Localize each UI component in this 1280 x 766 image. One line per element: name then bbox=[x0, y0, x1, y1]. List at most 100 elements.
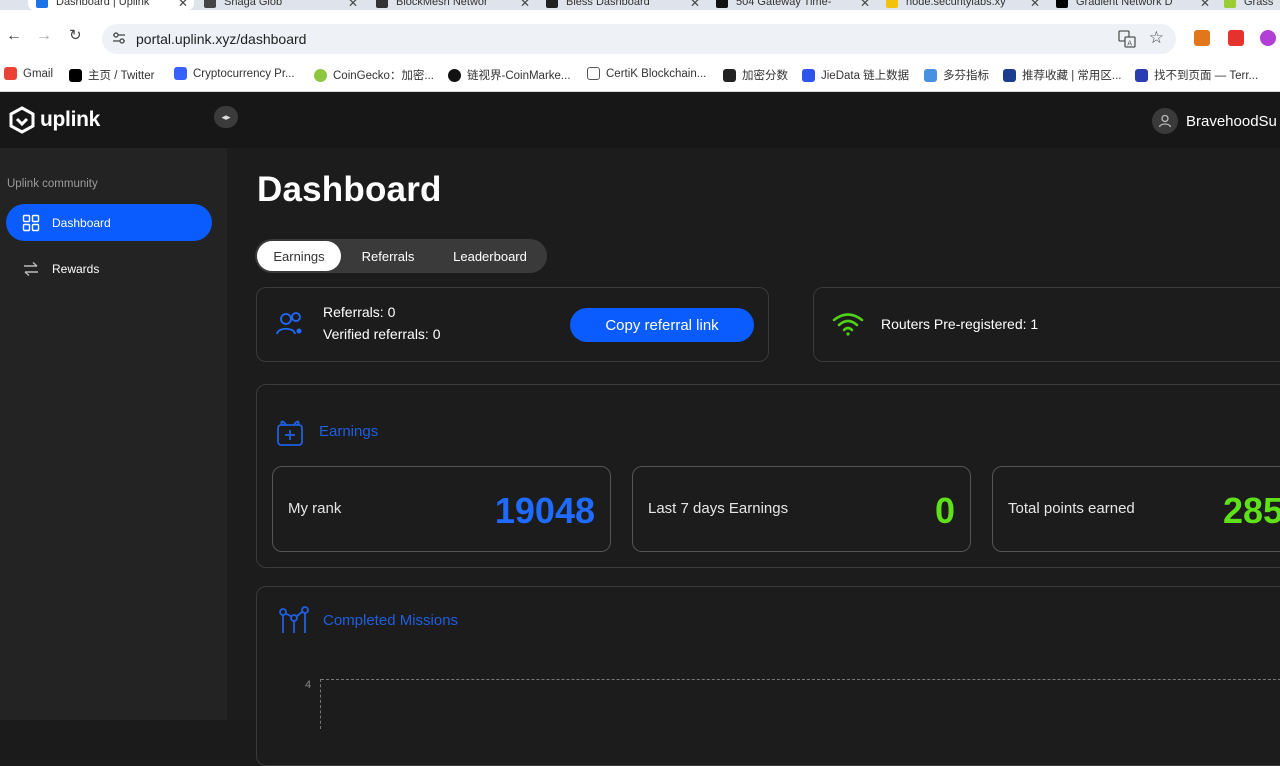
username: BravehoodSu bbox=[1186, 112, 1277, 130]
uplink-logo[interactable]: uplink bbox=[8, 106, 100, 134]
referrals-card: Referrals: 0 Verified referrals: 0 Copy … bbox=[256, 287, 769, 362]
close-tab-icon[interactable]: ✕ bbox=[690, 0, 700, 10]
total-points-value: 285 bbox=[1223, 490, 1280, 531]
stat-label: Total points earned bbox=[1008, 500, 1135, 517]
tab-favicon-icon bbox=[1224, 0, 1236, 8]
uplink-logo-icon bbox=[9, 106, 35, 134]
sidebar-item-rewards[interactable]: Rewards bbox=[6, 250, 212, 287]
tab-favicon-icon bbox=[716, 0, 728, 8]
browser-tab-bless[interactable]: Bless Dashboard ✕ bbox=[546, 0, 706, 10]
bookmark-coinmarketcap[interactable]: Cryptocurrency Pr... bbox=[174, 67, 295, 80]
main-content: Dashboard Earnings Referrals Leaderboard… bbox=[227, 148, 1280, 766]
browser-tab-title: Gradient Network D bbox=[1076, 0, 1173, 8]
tab-favicon-icon bbox=[1056, 0, 1068, 8]
referral-users-icon bbox=[276, 312, 302, 335]
logo-text: uplink bbox=[40, 108, 101, 131]
weekly-earnings-value: 0 bbox=[934, 490, 955, 531]
extension-icon[interactable] bbox=[1260, 30, 1276, 46]
copy-referral-link-button[interactable]: Copy referral link bbox=[570, 308, 754, 342]
tab-referrals[interactable]: Referrals bbox=[347, 241, 429, 271]
user-icon bbox=[1158, 114, 1172, 128]
routers-card: Routers Pre-registered: 1 bbox=[813, 287, 1280, 362]
browser-tab-gradient[interactable]: Gradient Network D ✕ bbox=[1056, 0, 1216, 10]
bookmark-twitter[interactable]: 主页 / Twitter bbox=[69, 67, 154, 83]
close-tab-icon[interactable]: ✕ bbox=[348, 0, 358, 10]
browser-tab-shaga[interactable]: Shaga Glob ✕ bbox=[204, 0, 364, 10]
uplink-favicon-icon bbox=[36, 0, 48, 8]
browser-tab-title: Grass bbox=[1244, 0, 1274, 8]
earnings-title: Earnings bbox=[319, 423, 379, 440]
bookmark-label: CoinGecko：加密... bbox=[333, 70, 434, 82]
bookmark-recommended[interactable]: 推荐收藏 | 常用区... bbox=[1003, 67, 1121, 83]
bookmark-gmail[interactable]: Gmail bbox=[4, 67, 53, 80]
browser-tab-gateway[interactable]: 504 Gateway Time- ✕ bbox=[716, 0, 876, 10]
bookmark-star-icon[interactable]: ☆ bbox=[1149, 28, 1164, 48]
bookmark-label: 找不到页面 — Terr... bbox=[1154, 70, 1259, 82]
bookmark-label: 推荐收藏 | 常用区... bbox=[1022, 70, 1122, 82]
url-text[interactable]: portal.uplink.xyz/dashboard bbox=[136, 31, 306, 47]
browser-tab-grass[interactable]: Grass bbox=[1224, 0, 1280, 10]
shield-icon bbox=[587, 67, 600, 80]
tab-leaderboard[interactable]: Leaderboard bbox=[435, 241, 545, 271]
bookmark-crypto-score[interactable]: 加密分数 bbox=[723, 67, 788, 83]
browser-tab-uplink[interactable]: Dashboard | Uplink ✕ bbox=[28, 0, 194, 10]
bookmark-label: CertiK Blockchain... bbox=[606, 67, 707, 80]
extension-icon[interactable] bbox=[1228, 30, 1244, 46]
completed-missions-title: Completed Missions bbox=[323, 612, 459, 629]
close-tab-icon[interactable]: ✕ bbox=[860, 0, 870, 10]
close-tab-icon[interactable]: ✕ bbox=[1200, 0, 1210, 10]
bookmark-label: JieData 链上数据 bbox=[821, 70, 910, 82]
browser-tab-blockmesh[interactable]: BlockMesh Networ ✕ bbox=[376, 0, 536, 10]
bookmark-terra[interactable]: 找不到页面 — Terr... bbox=[1135, 67, 1258, 83]
metamask-extension-icon[interactable] bbox=[1194, 30, 1210, 46]
app-header: uplink BravehoodSu bbox=[0, 92, 1280, 148]
bookmark-label: 主页 / Twitter bbox=[88, 70, 155, 82]
stat-card-rank: My rank 19048 bbox=[272, 466, 611, 552]
chart-axis-line bbox=[320, 679, 321, 729]
coinmarketcap-icon bbox=[174, 67, 187, 80]
avatar bbox=[1152, 108, 1178, 134]
forward-arrow-icon[interactable]: → bbox=[36, 28, 52, 44]
browser-tab-securitylabs[interactable]: node.securitylabs.xy ✕ bbox=[886, 0, 1046, 10]
exchange-arrows-icon bbox=[24, 261, 38, 276]
bookmark-jiedata[interactable]: JieData 链上数据 bbox=[802, 67, 909, 83]
close-tab-icon[interactable]: ✕ bbox=[520, 0, 530, 10]
reload-icon[interactable]: ↻ bbox=[69, 28, 82, 44]
back-arrow-icon[interactable]: ← bbox=[6, 28, 22, 44]
tab-favicon-icon bbox=[546, 0, 558, 8]
user-menu[interactable]: BravehoodSu bbox=[1152, 108, 1277, 134]
referrals-count: Referrals: 0 bbox=[323, 304, 396, 320]
coin-icon bbox=[448, 68, 461, 82]
completed-missions-section: Completed Missions R 4 bbox=[256, 586, 1280, 766]
collapse-arrows-icon: ◂▸ bbox=[221, 111, 231, 122]
tab-earnings[interactable]: Earnings bbox=[257, 241, 341, 271]
grid-icon bbox=[22, 214, 40, 231]
translate-icon[interactable]: A bbox=[1118, 30, 1136, 48]
bookmark-favicon-icon bbox=[1003, 68, 1016, 82]
dashboard-tabs: Earnings Referrals Leaderboard bbox=[255, 239, 547, 273]
sidebar: Uplink community Dashboard Rewards bbox=[0, 148, 227, 720]
sidebar-section-title: Uplink community bbox=[7, 178, 98, 190]
bookmark-favicon-icon bbox=[1135, 68, 1148, 82]
close-tab-icon[interactable]: ✕ bbox=[1030, 0, 1040, 10]
bookmark-label: Cryptocurrency Pr... bbox=[193, 67, 295, 80]
sidebar-item-dashboard[interactable]: Dashboard bbox=[6, 204, 212, 241]
earnings-section: Earnings My rank 19048 Last 7 days Earni… bbox=[256, 384, 1280, 568]
bookmark-label: Gmail bbox=[23, 67, 54, 80]
close-tab-icon[interactable]: ✕ bbox=[178, 0, 188, 10]
site-settings-icon[interactable] bbox=[112, 31, 126, 45]
bookmark-certik[interactable]: CertiK Blockchain... bbox=[587, 67, 706, 80]
collapse-sidebar-button[interactable]: ◂▸ bbox=[214, 106, 238, 128]
bookmark-dolphin[interactable]: 多芬指标 bbox=[924, 67, 989, 83]
address-bar[interactable]: portal.uplink.xyz/dashboard A ☆ bbox=[102, 24, 1176, 54]
chart-y-tick: 4 bbox=[305, 679, 312, 691]
browser-tab-title: Dashboard | Uplink bbox=[56, 0, 150, 8]
stat-label: Last 7 days Earnings bbox=[648, 500, 789, 517]
bookmark-favicon-icon bbox=[723, 68, 736, 82]
x-twitter-icon bbox=[69, 68, 82, 82]
bookmark-coinmarke-cn[interactable]: 链视界-CoinMarke... bbox=[448, 67, 571, 83]
stat-card-weekly-earnings: Last 7 days Earnings 0 bbox=[632, 466, 971, 552]
uplink-app: uplink BravehoodSu Uplink community Dash… bbox=[0, 92, 1280, 766]
bookmark-coingecko[interactable]: CoinGecko：加密... bbox=[314, 67, 434, 83]
browser-tab-title: Shaga Glob bbox=[224, 0, 283, 8]
